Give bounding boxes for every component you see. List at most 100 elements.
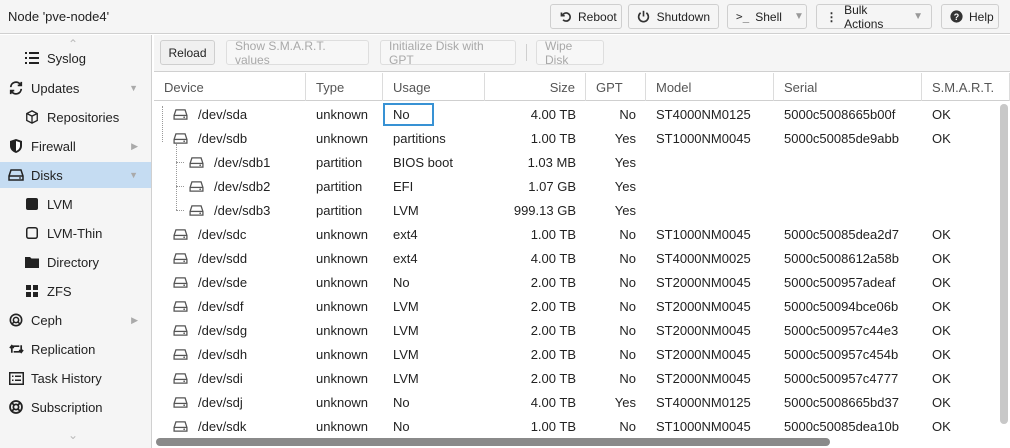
table-row[interactable]: /dev/sdb unknown partitions 1.00 TB Yes ST100… <box>154 126 996 150</box>
usage-value: partitions <box>393 130 446 146</box>
chevron-down-icon[interactable]: ▼ <box>129 83 138 93</box>
sidebar-item-repositories[interactable]: Repositories <box>0 104 151 130</box>
table-row[interactable]: /dev/sdc unknown ext4 1.00 TB No ST1000NM0045… <box>154 222 996 246</box>
cell-size: 2.00 TB <box>485 366 586 390</box>
table-row[interactable]: /dev/sdj unknown No 4.00 TB Yes ST4000NM0125 5… <box>154 390 996 414</box>
reload-button[interactable]: Reload <box>160 40 215 65</box>
cell-usage: BIOS boot <box>383 150 485 174</box>
sidebar-item-directory[interactable]: Directory <box>0 249 151 275</box>
column-header-device[interactable]: Device <box>154 73 306 101</box>
usage-value: BIOS boot <box>393 154 453 170</box>
sidebar-item-replication[interactable]: Replication <box>0 336 151 362</box>
cell-model: ST2000NM0045 <box>646 366 774 390</box>
column-header-gpt[interactable]: GPT <box>586 73 646 101</box>
horizontal-scrollbar[interactable] <box>156 438 830 446</box>
refresh-icon <box>8 80 24 96</box>
cell-device: /dev/sda <box>154 102 306 126</box>
list-icon <box>24 50 40 66</box>
sidebar-item-zfs[interactable]: ZFS <box>0 278 151 304</box>
hdd-icon <box>172 226 188 242</box>
sidebar-item-task-history[interactable]: Task History <box>0 365 151 391</box>
cell-size: 1.00 TB <box>485 126 586 150</box>
cell-gpt: Yes <box>586 390 646 414</box>
chevron-down-icon[interactable]: ▼ <box>794 11 804 22</box>
sidebar-item-ceph[interactable]: Ceph ▶ <box>0 307 151 333</box>
gpt-value: No <box>619 250 636 266</box>
smart-value: OK <box>932 250 951 266</box>
chevron-right-icon[interactable]: ▶ <box>131 315 138 326</box>
type-value: partition <box>316 202 363 218</box>
sidebar-item-updates[interactable]: Updates ▼ <box>0 75 151 101</box>
folder-icon <box>24 254 40 270</box>
device-value: /dev/sdc <box>198 226 247 242</box>
cell-size: 1.00 TB <box>485 222 586 246</box>
column-header-serial[interactable]: Serial <box>774 73 922 101</box>
bulk-actions-button[interactable]: ⋮ Bulk Actions ▼ <box>816 3 932 31</box>
cell-serial: 5000c500957c4777 <box>774 366 922 390</box>
sidebar-item-disks[interactable]: Disks ▼ <box>0 162 151 188</box>
sidebar-item-firewall[interactable]: Firewall ▶ <box>0 133 151 159</box>
square-outline-icon <box>24 225 40 241</box>
model-value: ST4000NM0125 <box>656 394 751 410</box>
table-row[interactable]: /dev/sdh unknown LVM 2.00 TB No ST2000NM0045 5… <box>154 342 996 366</box>
sidebar-item-label: ZFS <box>47 283 72 299</box>
usage-value: ext4 <box>393 226 418 242</box>
table-row[interactable]: /dev/sde unknown No 2.00 TB No ST2000NM0045 50… <box>154 270 996 294</box>
grid-header: Device Type Usage Size GPT Model Serial … <box>154 73 1010 101</box>
table-row[interactable]: /dev/sdi unknown LVM 2.00 TB No ST2000NM0045 5… <box>154 366 996 390</box>
scrollbar-thumb[interactable] <box>1000 104 1008 424</box>
initialize-gpt-button[interactable]: Initialize Disk with GPT <box>380 39 516 67</box>
sidebar-item-label: Disks <box>31 167 63 183</box>
shutdown-button[interactable]: Shutdown <box>628 4 719 29</box>
reboot-button[interactable]: Reboot <box>550 4 622 29</box>
size-value: 1.00 TB <box>530 418 576 434</box>
usage-value: ext4 <box>393 250 418 266</box>
scroll-down-icon[interactable]: ⌄ <box>68 428 78 442</box>
size-value: 1.00 TB <box>530 226 576 242</box>
column-header-size[interactable]: Size <box>485 73 586 101</box>
column-header-smart[interactable]: S.M.A.R.T. <box>922 73 1010 101</box>
cell-device: /dev/sdd <box>154 246 306 270</box>
model-value: ST1000NM0045 <box>656 130 751 146</box>
usage-value: No <box>393 274 410 290</box>
column-label: Serial <box>784 79 818 95</box>
show-smart-button[interactable]: Show S.M.A.R.T. values <box>226 39 369 67</box>
sidebar-item-label: Firewall <box>31 138 76 154</box>
column-header-usage[interactable]: Usage <box>383 73 485 101</box>
cell-size: 2.00 TB <box>485 342 586 366</box>
type-value: unknown <box>316 130 369 146</box>
column-header-type[interactable]: Type <box>306 73 383 101</box>
table-row[interactable]: /dev/sdd unknown ext4 4.00 TB No ST4000NM0025… <box>154 246 996 270</box>
table-row[interactable]: /dev/sdg unknown LVM 2.00 TB No ST2000NM0045 5… <box>154 318 996 342</box>
vertical-scrollbar[interactable] <box>1000 104 1008 424</box>
column-label: Type <box>316 79 345 95</box>
table-row[interactable]: /dev/sdb2 partition EFI 1.07 GB Yes <box>154 174 996 198</box>
sidebar-item-lvm[interactable]: LVM <box>0 191 151 217</box>
chevron-right-icon[interactable]: ▶ <box>131 141 138 152</box>
chevron-down-icon[interactable]: ▼ <box>129 170 138 180</box>
shield-icon <box>8 138 24 154</box>
cell-size: 4.00 TB <box>485 246 586 270</box>
model-value: ST4000NM0125 <box>656 106 751 122</box>
help-button[interactable]: ? Help <box>941 4 999 29</box>
hdd-icon <box>188 154 204 170</box>
hdd-icon <box>188 178 204 194</box>
sidebar-item-syslog[interactable]: Syslog <box>0 45 151 71</box>
wipe-disk-button[interactable]: Wipe Disk <box>536 39 604 67</box>
sidebar-item-lvm-thin[interactable]: LVM-Thin <box>0 220 151 246</box>
cell-gpt: No <box>586 366 646 390</box>
table-row[interactable]: /dev/sdb3 partition LVM 999.13 GB Yes <box>154 198 996 222</box>
table-row[interactable]: /dev/sdb1 partition BIOS boot 1.03 MB Yes <box>154 150 996 174</box>
serial-value: 5000c50094bce06b <box>784 298 899 314</box>
column-header-model[interactable]: Model <box>646 73 774 101</box>
sidebar-item-subscription[interactable]: Subscription <box>0 394 151 420</box>
shell-button[interactable]: >_ Shell ▼ <box>727 4 807 29</box>
table-row[interactable]: /dev/sdk unknown No 1.00 TB No ST1000NM0045 50… <box>154 414 996 438</box>
undo-icon <box>559 10 572 24</box>
table-row[interactable]: /dev/sdf unknown LVM 2.00 TB No ST2000NM0045 5… <box>154 294 996 318</box>
smart-value: OK <box>932 130 951 146</box>
gpt-value: No <box>619 298 636 314</box>
model-value: ST2000NM0045 <box>656 370 751 386</box>
table-row[interactable]: /dev/sda unknown No 4.00 TB No ST4000NM0125 50… <box>154 102 996 126</box>
cell-smart: OK <box>922 390 996 414</box>
